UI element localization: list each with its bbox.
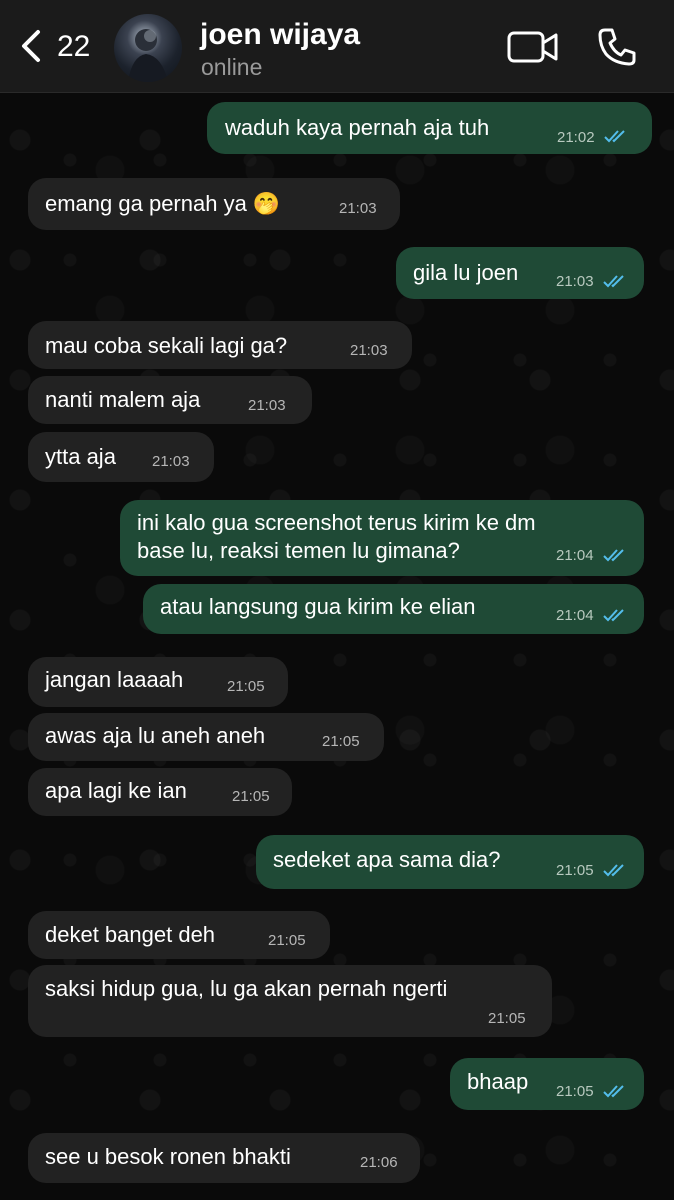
avatar[interactable] — [114, 14, 182, 82]
message-time: 21:05 — [268, 932, 306, 949]
message-time: 21:05 — [488, 1010, 526, 1027]
phone-icon[interactable] — [596, 26, 638, 68]
message-text: jangan laaaah — [45, 667, 184, 692]
message-time: 21:05 — [556, 862, 594, 879]
message-bubble-incoming[interactable]: apa lagi ke ian 21:05 — [28, 768, 292, 816]
message-text: apa lagi ke ian — [45, 778, 187, 803]
message-time: 21:05 — [232, 788, 270, 805]
message-time: 21:05 — [322, 733, 360, 750]
message-bubble-outgoing[interactable]: ini kalo gua screenshot terus kirim ke d… — [120, 500, 644, 576]
chevron-left-icon[interactable] — [14, 28, 50, 64]
message-time: 21:05 — [227, 678, 265, 695]
message-text: ytta aja — [45, 444, 116, 469]
message-bubble-outgoing[interactable]: sedeket apa sama dia? 21:05 — [256, 835, 644, 889]
message-text: atau langsung gua kirim ke elian — [160, 594, 476, 619]
message-time: 21:03 — [350, 342, 388, 359]
message-time: 21:05 — [556, 1083, 594, 1100]
message-bubble-outgoing[interactable]: atau langsung gua kirim ke elian 21:04 — [143, 584, 644, 634]
message-time: 21:03 — [248, 397, 286, 414]
message-text: awas aja lu aneh aneh — [45, 723, 266, 748]
message-bubble-incoming[interactable]: deket banget deh 21:05 — [28, 911, 330, 959]
chat-screen: 22 joen wijaya online waduh kaya pernah … — [0, 0, 674, 1200]
message-time: 21:03 — [339, 200, 377, 217]
message-text: sedeket apa sama dia? — [273, 847, 501, 872]
message-bubble-incoming[interactable]: see u besok ronen bhakti 21:06 — [28, 1133, 420, 1183]
message-bubble-incoming[interactable]: ytta aja 21:03 — [28, 432, 214, 482]
avatar-photo — [128, 29, 168, 82]
double-check-icon — [603, 549, 624, 562]
message-bubble-incoming[interactable]: emang ga pernah ya 🤭 21:03 — [28, 178, 400, 230]
contact-name[interactable]: joen wijaya — [200, 18, 360, 52]
message-bubble-incoming[interactable]: mau coba sekali lagi ga? 21:03 — [28, 321, 412, 369]
message-bubble-outgoing[interactable]: gila lu joen 21:03 — [396, 247, 644, 299]
message-text: emang ga pernah ya 🤭 — [45, 191, 281, 216]
message-time: 21:04 — [556, 607, 594, 624]
message-text: saksi hidup gua, lu ga akan pernah ngert… — [45, 976, 448, 1001]
double-check-icon — [603, 1085, 624, 1098]
contact-status: online — [201, 54, 263, 80]
double-check-icon — [604, 130, 625, 143]
message-bubble-incoming[interactable]: jangan laaaah 21:05 — [28, 657, 288, 707]
message-bubble-incoming[interactable]: nanti malem aja 21:03 — [28, 376, 312, 424]
message-text: nanti malem aja — [45, 387, 201, 412]
message-time: 21:06 — [360, 1154, 398, 1171]
message-text: bhaap — [467, 1069, 529, 1094]
message-time: 21:04 — [556, 547, 594, 564]
chat-header: 22 joen wijaya online — [0, 0, 674, 93]
message-text: waduh kaya pernah aja tuh — [225, 115, 490, 140]
double-check-icon — [603, 864, 624, 877]
message-text: gila lu joen — [413, 260, 519, 285]
message-text: mau coba sekali lagi ga? — [45, 333, 288, 358]
message-bubble-outgoing[interactable]: waduh kaya pernah aja tuh 21:02 — [207, 102, 652, 154]
message-text-line: base lu, reaksi temen lu gimana? — [137, 538, 460, 563]
message-bubble-outgoing[interactable]: bhaap 21:05 — [450, 1058, 644, 1110]
message-text: see u besok ronen bhakti — [45, 1144, 291, 1169]
double-check-icon — [603, 609, 624, 622]
message-time: 21:03 — [152, 453, 190, 470]
message-time: 21:03 — [556, 273, 594, 290]
message-text: deket banget deh — [45, 922, 216, 947]
double-check-icon — [603, 275, 624, 288]
unread-count[interactable]: 22 — [57, 30, 90, 64]
video-camera-icon[interactable] — [507, 28, 559, 66]
message-bubble-incoming[interactable]: awas aja lu aneh aneh 21:05 — [28, 713, 384, 761]
message-time: 21:02 — [557, 129, 595, 146]
message-bubble-incoming[interactable]: saksi hidup gua, lu ga akan pernah ngert… — [28, 965, 552, 1037]
